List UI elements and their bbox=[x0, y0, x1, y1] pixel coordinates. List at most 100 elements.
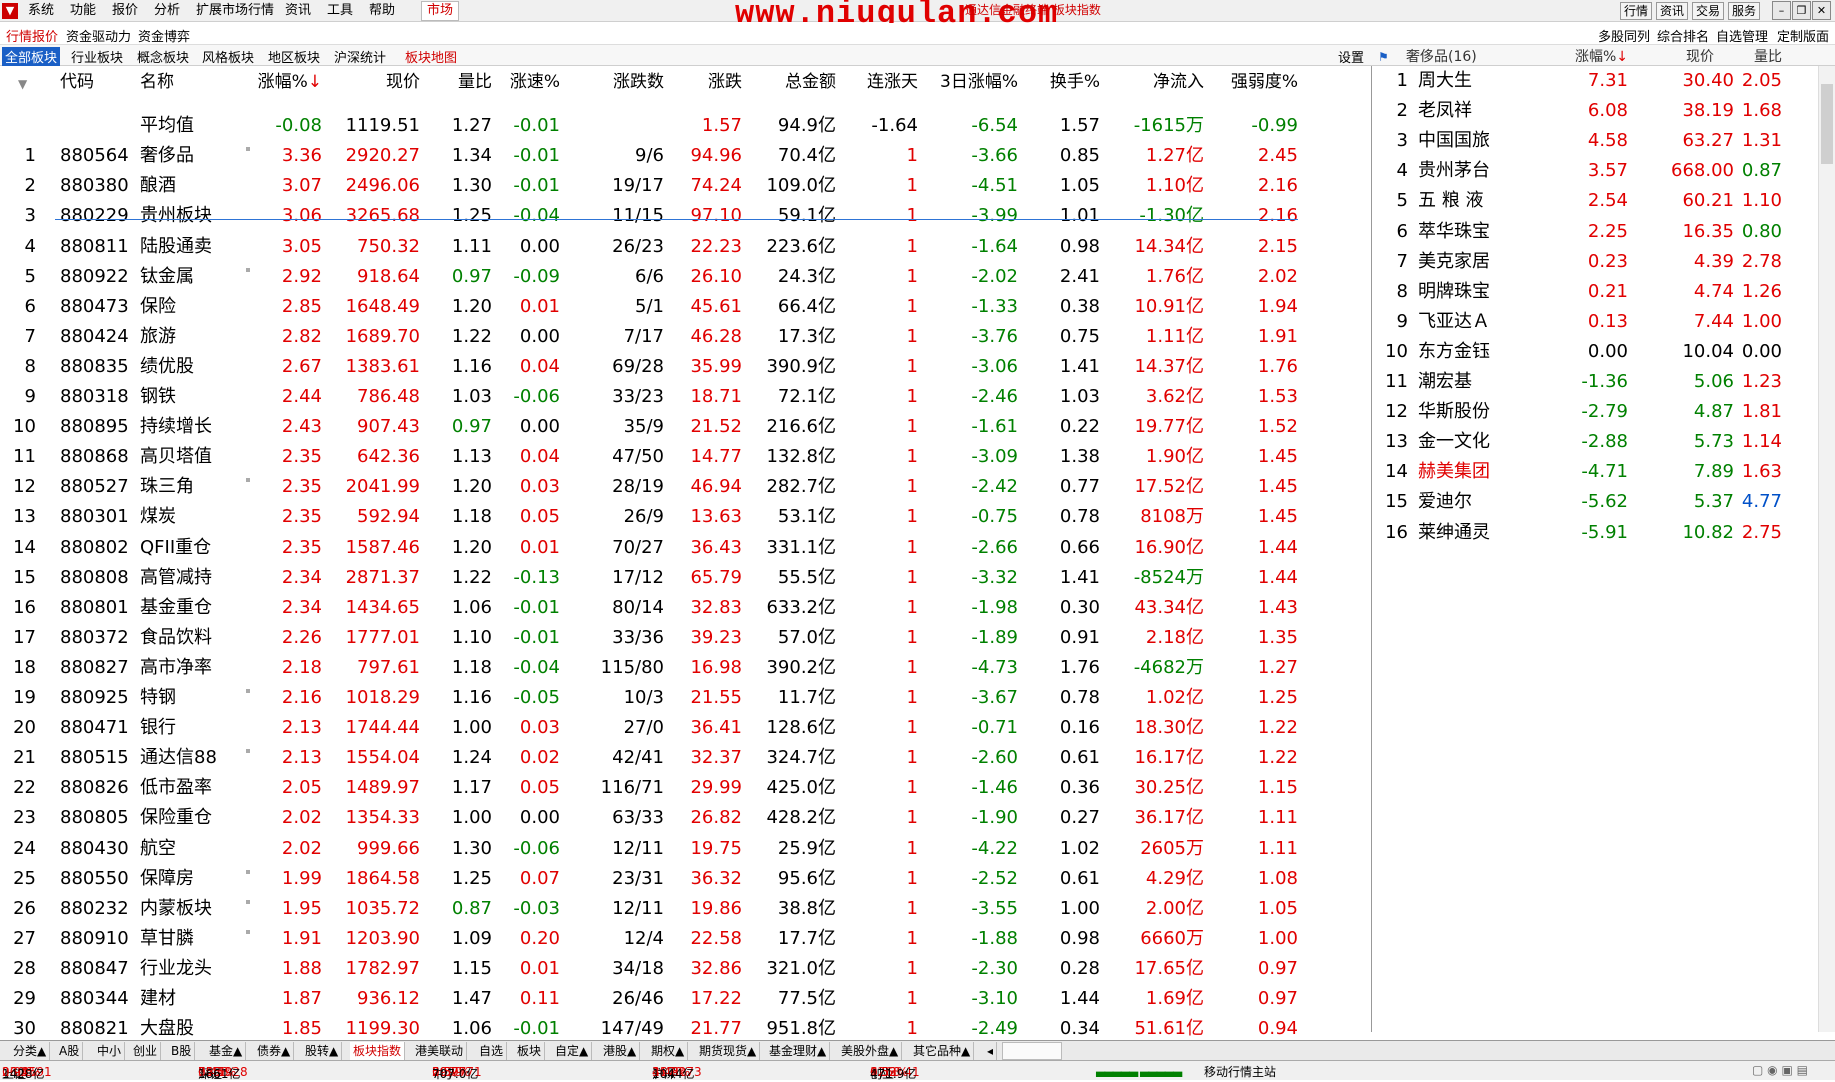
cell-diff: 45.61 bbox=[690, 295, 742, 317]
header-turnover[interactable]: 换手% bbox=[1020, 70, 1100, 94]
menu-quote[interactable]: 报价 bbox=[112, 3, 138, 19]
cell-days: 1 bbox=[906, 867, 918, 889]
cell-name: 内蒙板块 bbox=[140, 897, 212, 919]
cell-turn: 0.98 bbox=[1059, 927, 1100, 949]
cell-spd: 0.05 bbox=[519, 506, 560, 528]
bottom-tab[interactable]: 美股外盘▲ bbox=[838, 1042, 903, 1060]
mobile-server-label[interactable]: 移动行情主站 bbox=[1204, 1063, 1276, 1080]
top-trade-button[interactable]: 交易 bbox=[1692, 2, 1725, 20]
restore-icon[interactable]: ❐ bbox=[1792, 1, 1811, 20]
menu-extended-market[interactable]: 扩展市场行情 bbox=[196, 3, 274, 19]
header-change-pct[interactable]: 涨幅%↓ bbox=[240, 70, 322, 94]
header-volume-ratio[interactable]: 量比 bbox=[420, 70, 492, 94]
filter-style[interactable]: 风格板块 bbox=[202, 47, 254, 66]
header-3day-change[interactable]: 3日涨幅% bbox=[920, 70, 1018, 94]
view-tab-bar: 行情报价 资金驱动力 资金博弈 多股同列 综合排名 自选管理 定制版面 bbox=[0, 23, 1835, 47]
filter-concept[interactable]: 概念板块 bbox=[137, 47, 189, 66]
cell-d3: -2.02 bbox=[971, 265, 1018, 287]
rp-header-price[interactable]: 现价 bbox=[1644, 45, 1714, 69]
menu-tools[interactable]: 工具 bbox=[327, 3, 353, 19]
cell-cnt: 33/36 bbox=[612, 626, 664, 648]
minimize-icon[interactable]: – bbox=[1772, 1, 1791, 20]
header-amount[interactable]: 总金额 bbox=[740, 70, 836, 94]
cell-vr: 1.24 bbox=[451, 747, 492, 769]
rp-header-volume-ratio[interactable]: 量比 bbox=[1714, 45, 1782, 69]
cell-days: 1 bbox=[906, 476, 918, 498]
header-change[interactable]: 涨跌 bbox=[660, 70, 742, 94]
bottom-tab[interactable]: 其它品种▲ bbox=[910, 1042, 975, 1060]
watchlist-manage-button[interactable]: 自选管理 bbox=[1716, 26, 1768, 45]
bottom-tab[interactable]: 股转▲ bbox=[302, 1042, 343, 1060]
status-tray-icons[interactable]: ▢ ◉ ▣ ▤ bbox=[1752, 1063, 1808, 1077]
cell-flow: 18.30亿 bbox=[1134, 717, 1204, 739]
cell-chg: 2.44 bbox=[281, 386, 322, 407]
multi-stock-button[interactable]: 多股同列 bbox=[1598, 26, 1650, 45]
header-up-down-count[interactable]: 涨跌数 bbox=[570, 70, 664, 94]
filter-sector-map[interactable]: 板块地图 bbox=[405, 47, 457, 66]
header-net-inflow[interactable]: 净流入 bbox=[1100, 70, 1204, 94]
bottom-tab[interactable]: 基金▲ bbox=[206, 1042, 247, 1060]
cell-diff: 36.32 bbox=[690, 867, 742, 889]
settings-button[interactable]: 设置 bbox=[1338, 47, 1364, 66]
cell-diff: 65.79 bbox=[690, 566, 742, 588]
menu-analysis[interactable]: 分析 bbox=[154, 3, 180, 19]
bottom-tab[interactable]: 港股▲ bbox=[600, 1042, 641, 1060]
header-price[interactable]: 现价 bbox=[320, 70, 420, 94]
cell-price: 1354.33 bbox=[345, 807, 420, 829]
header-speed[interactable]: 涨速% bbox=[490, 70, 560, 94]
tab-fund-game[interactable]: 资金博弈 bbox=[138, 26, 190, 45]
bottom-tab[interactable]: 基金理财▲ bbox=[766, 1042, 831, 1060]
cell-vr: 1.17 bbox=[451, 777, 492, 799]
header-name[interactable]: 名称 bbox=[140, 70, 174, 94]
bottom-tab[interactable]: 创业 bbox=[130, 1042, 162, 1060]
menu-market-active[interactable]: 市场 bbox=[421, 1, 460, 21]
avg-amt: 94.9亿 bbox=[777, 115, 836, 137]
bottom-tab[interactable]: 自选 bbox=[476, 1042, 508, 1060]
filter-industry[interactable]: 行业板块 bbox=[71, 47, 123, 66]
vertical-scrollbar[interactable] bbox=[1818, 66, 1835, 1032]
bottom-tab[interactable]: A股 bbox=[56, 1042, 84, 1060]
cell-days: 1 bbox=[906, 626, 918, 648]
cell-days: 1 bbox=[906, 897, 918, 919]
header-up-days[interactable]: 连涨天 bbox=[840, 70, 918, 94]
rp-header-change-label: 涨幅% bbox=[1574, 49, 1617, 65]
top-service-button[interactable]: 服务 bbox=[1728, 2, 1761, 20]
bottom-tab[interactable]: 板块 bbox=[514, 1042, 546, 1060]
bottom-tab[interactable]: 板块指数 bbox=[350, 1042, 406, 1060]
bottom-tab[interactable]: 期权▲ bbox=[648, 1042, 689, 1060]
menu-help[interactable]: 帮助 bbox=[369, 3, 395, 19]
tab-fund-drive[interactable]: 资金驱动力 bbox=[66, 26, 131, 45]
filter-statistics[interactable]: 沪深统计 bbox=[334, 47, 386, 66]
cell-turn: 0.78 bbox=[1059, 506, 1100, 528]
filter-region[interactable]: 地区板块 bbox=[268, 47, 320, 66]
scroll-thumb[interactable] bbox=[1821, 84, 1833, 164]
tab-quote[interactable]: 行情报价 bbox=[6, 26, 59, 47]
cell-str: 1.22 bbox=[1257, 747, 1298, 769]
bottom-tab[interactable]: 港美联动 bbox=[412, 1042, 468, 1060]
bottom-tab[interactable]: 债券▲ bbox=[254, 1042, 295, 1060]
close-icon[interactable]: ✕ bbox=[1812, 1, 1831, 20]
top-quote-button[interactable]: 行情 bbox=[1620, 2, 1653, 20]
cell-str: 1.43 bbox=[1257, 596, 1298, 618]
filter-all-sectors[interactable]: 全部板块 bbox=[2, 47, 61, 66]
bottom-tab[interactable]: B股 bbox=[168, 1042, 196, 1060]
bottom-tab[interactable]: 自定▲ bbox=[552, 1042, 593, 1060]
bottom-tab[interactable]: 分类▲ bbox=[10, 1042, 51, 1060]
ranking-button[interactable]: 综合排名 bbox=[1657, 26, 1709, 45]
tab-scroll-left-icon[interactable]: ◂ bbox=[984, 1042, 998, 1060]
rp-header-change[interactable]: 涨幅%↓ bbox=[1544, 45, 1628, 69]
bottom-tab[interactable]: 期货现货▲ bbox=[696, 1042, 761, 1060]
horizontal-scrollbar[interactable] bbox=[1002, 1042, 1062, 1060]
menu-news[interactable]: 资讯 bbox=[285, 3, 311, 19]
header-code[interactable]: 代码 bbox=[60, 70, 94, 94]
top-news-button[interactable]: 资讯 bbox=[1656, 2, 1689, 20]
menu-function[interactable]: 功能 bbox=[70, 3, 96, 19]
bottom-tab[interactable]: 中小 bbox=[94, 1042, 126, 1060]
sort-menu-icon[interactable]: ▼ bbox=[18, 72, 27, 96]
cell-d3: -2.49 bbox=[971, 1018, 1018, 1040]
custom-layout-button[interactable]: 定制版面 bbox=[1777, 26, 1829, 45]
header-strength[interactable]: 强弱度% bbox=[1200, 70, 1298, 94]
cell-str: 1.22 bbox=[1257, 717, 1298, 739]
menu-system[interactable]: 系统 bbox=[28, 3, 54, 19]
row-number: 22 bbox=[13, 777, 36, 799]
